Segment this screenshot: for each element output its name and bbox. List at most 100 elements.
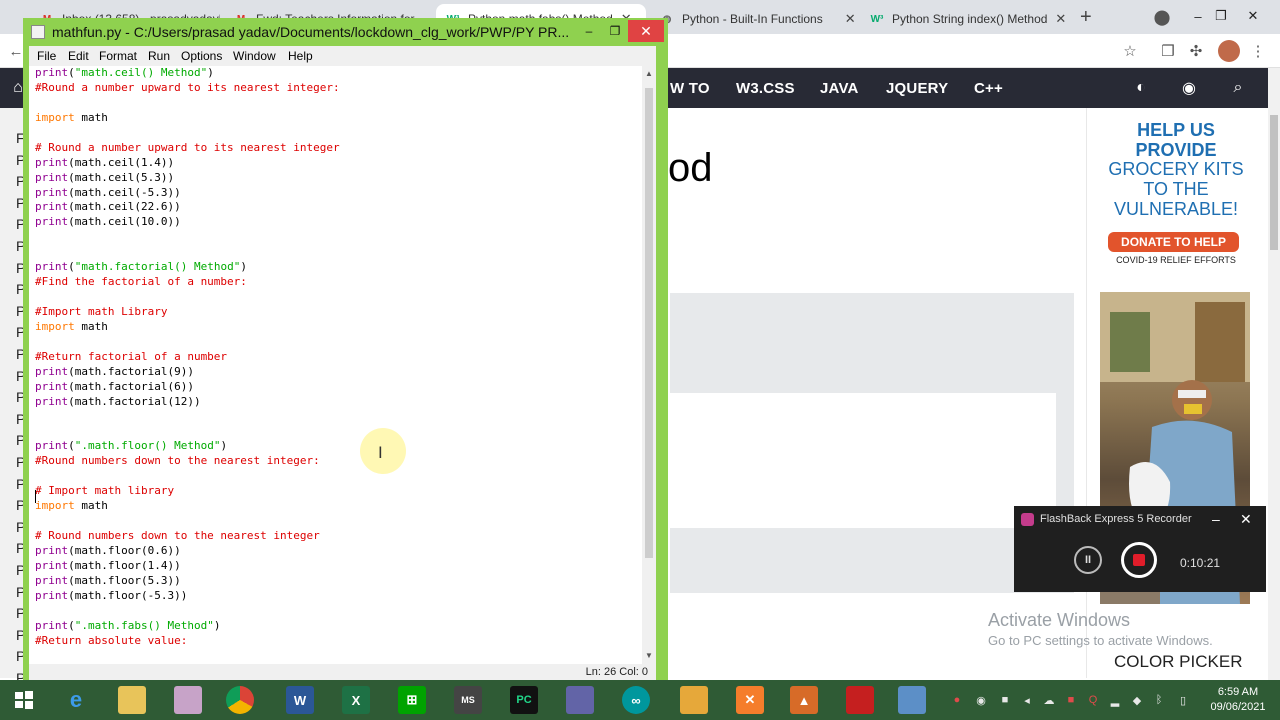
menu-help[interactable]: Help (288, 49, 313, 63)
code-line[interactable]: #Round a number upward to its nearest in… (35, 81, 340, 96)
code-line[interactable] (35, 245, 340, 260)
editor-scroll-thumb[interactable] (645, 88, 653, 558)
store-icon[interactable]: ⊞ (398, 686, 426, 714)
network-signal-icon[interactable]: ▂ (1108, 693, 1122, 707)
code-line[interactable]: print(math.floor(5.3)) (35, 574, 340, 589)
code-line[interactable] (35, 469, 340, 484)
pycharm-icon[interactable]: PC (510, 686, 538, 714)
menu-options[interactable]: Options (181, 49, 222, 63)
profile-menu-icon[interactable]: ⬤ (1152, 7, 1172, 27)
code-line[interactable]: import math (35, 499, 340, 514)
acrobat-icon[interactable] (846, 686, 874, 714)
recorder-close-button[interactable]: ✕ (1240, 511, 1252, 528)
nav-java[interactable]: JAVA (820, 80, 859, 97)
menu-format[interactable]: Format (99, 49, 137, 63)
extension-icon[interactable]: ❒ (1158, 41, 1178, 61)
system-clock[interactable]: 6:59 AM 09/06/2021 (1203, 685, 1273, 715)
code-line[interactable]: print("math.factorial() Method") (35, 260, 340, 275)
color-picker-heading[interactable]: COLOR PICKER (1114, 652, 1242, 672)
donate-button[interactable]: DONATE TO HELP (1108, 232, 1239, 252)
code-line[interactable] (35, 514, 340, 529)
code-line[interactable]: print(math.ceil(1.4)) (35, 156, 340, 171)
close-icon[interactable]: ✕ (845, 11, 856, 27)
code-line[interactable] (35, 126, 340, 141)
teams-icon[interactable] (566, 686, 594, 714)
tray-cloud-icon[interactable]: ☁ (1042, 693, 1056, 707)
stop-record-button[interactable] (1121, 542, 1157, 578)
tab-builtin-functions[interactable]: ◍ Python - Built-In Functions ✕ (650, 4, 856, 34)
nav-jquery[interactable]: JQUERY (886, 80, 948, 97)
code-line[interactable]: # Import math library (35, 484, 340, 499)
code-line[interactable]: #Find the factorial of a number: (35, 275, 340, 290)
code-line[interactable]: print(math.factorial(9)) (35, 365, 340, 380)
code-line[interactable] (35, 604, 340, 619)
code-line[interactable]: print(math.ceil(5.3)) (35, 171, 340, 186)
volume-icon[interactable]: ◂ (1020, 693, 1034, 707)
code-line[interactable]: print(math.ceil(10.0)) (35, 215, 340, 230)
code-line[interactable]: # Round a number upward to its nearest i… (35, 141, 340, 156)
code-line[interactable] (35, 410, 340, 425)
tray-chrome-icon[interactable]: ◉ (974, 693, 988, 707)
tab-string-index[interactable]: W³ Python String index() Method ✕ (860, 4, 1072, 34)
code-line[interactable]: # Round numbers down to the nearest inte… (35, 529, 340, 544)
code-line[interactable] (35, 335, 340, 350)
tray-dropbox-icon[interactable]: ◆ (1130, 693, 1144, 707)
code-line[interactable]: import math (35, 320, 340, 335)
code-line[interactable]: print(".math.fabs() Method") (35, 619, 340, 634)
code-line[interactable] (35, 290, 340, 305)
code-line[interactable]: #Import math Library (35, 305, 340, 320)
ms-teams-icon[interactable]: MS (454, 686, 482, 714)
close-window-button[interactable]: ✕ (1230, 2, 1276, 30)
word-icon[interactable]: W (286, 686, 314, 714)
code-line[interactable]: print(math.ceil(22.6)) (35, 200, 340, 215)
battery-icon[interactable]: ▯ (1176, 693, 1190, 707)
code-line[interactable]: print("math.ceil() Method") (35, 66, 340, 81)
close-icon[interactable]: ✕ (1055, 11, 1066, 27)
folder-icon[interactable] (680, 686, 708, 714)
file-explorer-icon[interactable] (118, 686, 146, 714)
code-line[interactable]: print(".math.floor() Method") (35, 439, 340, 454)
tray-app-icon[interactable]: ■ (998, 693, 1012, 707)
idle-title-bar[interactable]: mathfun.py - C:/Users/prasad yadav/Docum… (23, 18, 668, 46)
internet-explorer-icon[interactable]: e (62, 686, 90, 714)
kebab-menu-icon[interactable]: ⋮ (1248, 41, 1268, 61)
arduino-icon[interactable]: ∞ (622, 686, 650, 714)
code-line[interactable]: print(math.floor(1.4)) (35, 559, 340, 574)
close-button[interactable]: ✕ (628, 20, 664, 42)
restore-button[interactable]: ❐ (602, 20, 628, 42)
code-line[interactable]: print(math.factorial(6)) (35, 380, 340, 395)
snipping-tool-icon[interactable] (174, 686, 202, 714)
menu-run[interactable]: Run (148, 49, 170, 63)
excel-icon[interactable]: X (342, 686, 370, 714)
code-line[interactable] (35, 230, 340, 245)
page-scroll-thumb[interactable] (1270, 115, 1278, 250)
bluetooth-icon[interactable]: ᛒ (1152, 693, 1166, 707)
globe-icon[interactable]: ◉ (1179, 78, 1199, 98)
menu-file[interactable]: File (37, 49, 56, 63)
python-idle-icon[interactable] (898, 686, 926, 714)
code-line[interactable]: import math (35, 111, 340, 126)
avatar[interactable] (1218, 40, 1240, 62)
code-editor[interactable]: print("math.ceil() Method") #Round a numb… (29, 66, 642, 664)
minimize-button[interactable]: – (576, 20, 602, 42)
code-line[interactable]: #Return absolute value: (35, 634, 340, 649)
xampp-icon[interactable]: ✕ (736, 686, 764, 714)
tray-recorder-icon[interactable]: ● (950, 693, 964, 707)
code-line[interactable]: print(math.floor(-5.3)) (35, 589, 340, 604)
recorder-minimize-button[interactable]: – (1212, 511, 1220, 527)
code-line[interactable]: #Round numbers down to the nearest integ… (35, 454, 340, 469)
code-line[interactable]: print(math.factorial(12)) (35, 395, 340, 410)
code-line[interactable]: print(math.floor(0.6)) (35, 544, 340, 559)
code-line[interactable] (35, 96, 340, 111)
tray-q-icon[interactable]: Q (1086, 693, 1100, 707)
code-line[interactable]: #Return factorial of a number (35, 350, 340, 365)
windows-start-icon[interactable] (10, 686, 38, 714)
nav-howto[interactable]: W TO (670, 80, 710, 97)
scroll-up-icon[interactable]: ▲ (642, 66, 656, 80)
tray-red-icon[interactable]: ■ (1064, 693, 1078, 707)
code-line[interactable]: print(math.ceil(-5.3)) (35, 186, 340, 201)
chrome-icon[interactable] (226, 686, 254, 714)
menu-edit[interactable]: Edit (68, 49, 89, 63)
search-icon[interactable]: ⌕ (1228, 78, 1248, 98)
nav-w3css[interactable]: W3.CSS (736, 80, 795, 97)
